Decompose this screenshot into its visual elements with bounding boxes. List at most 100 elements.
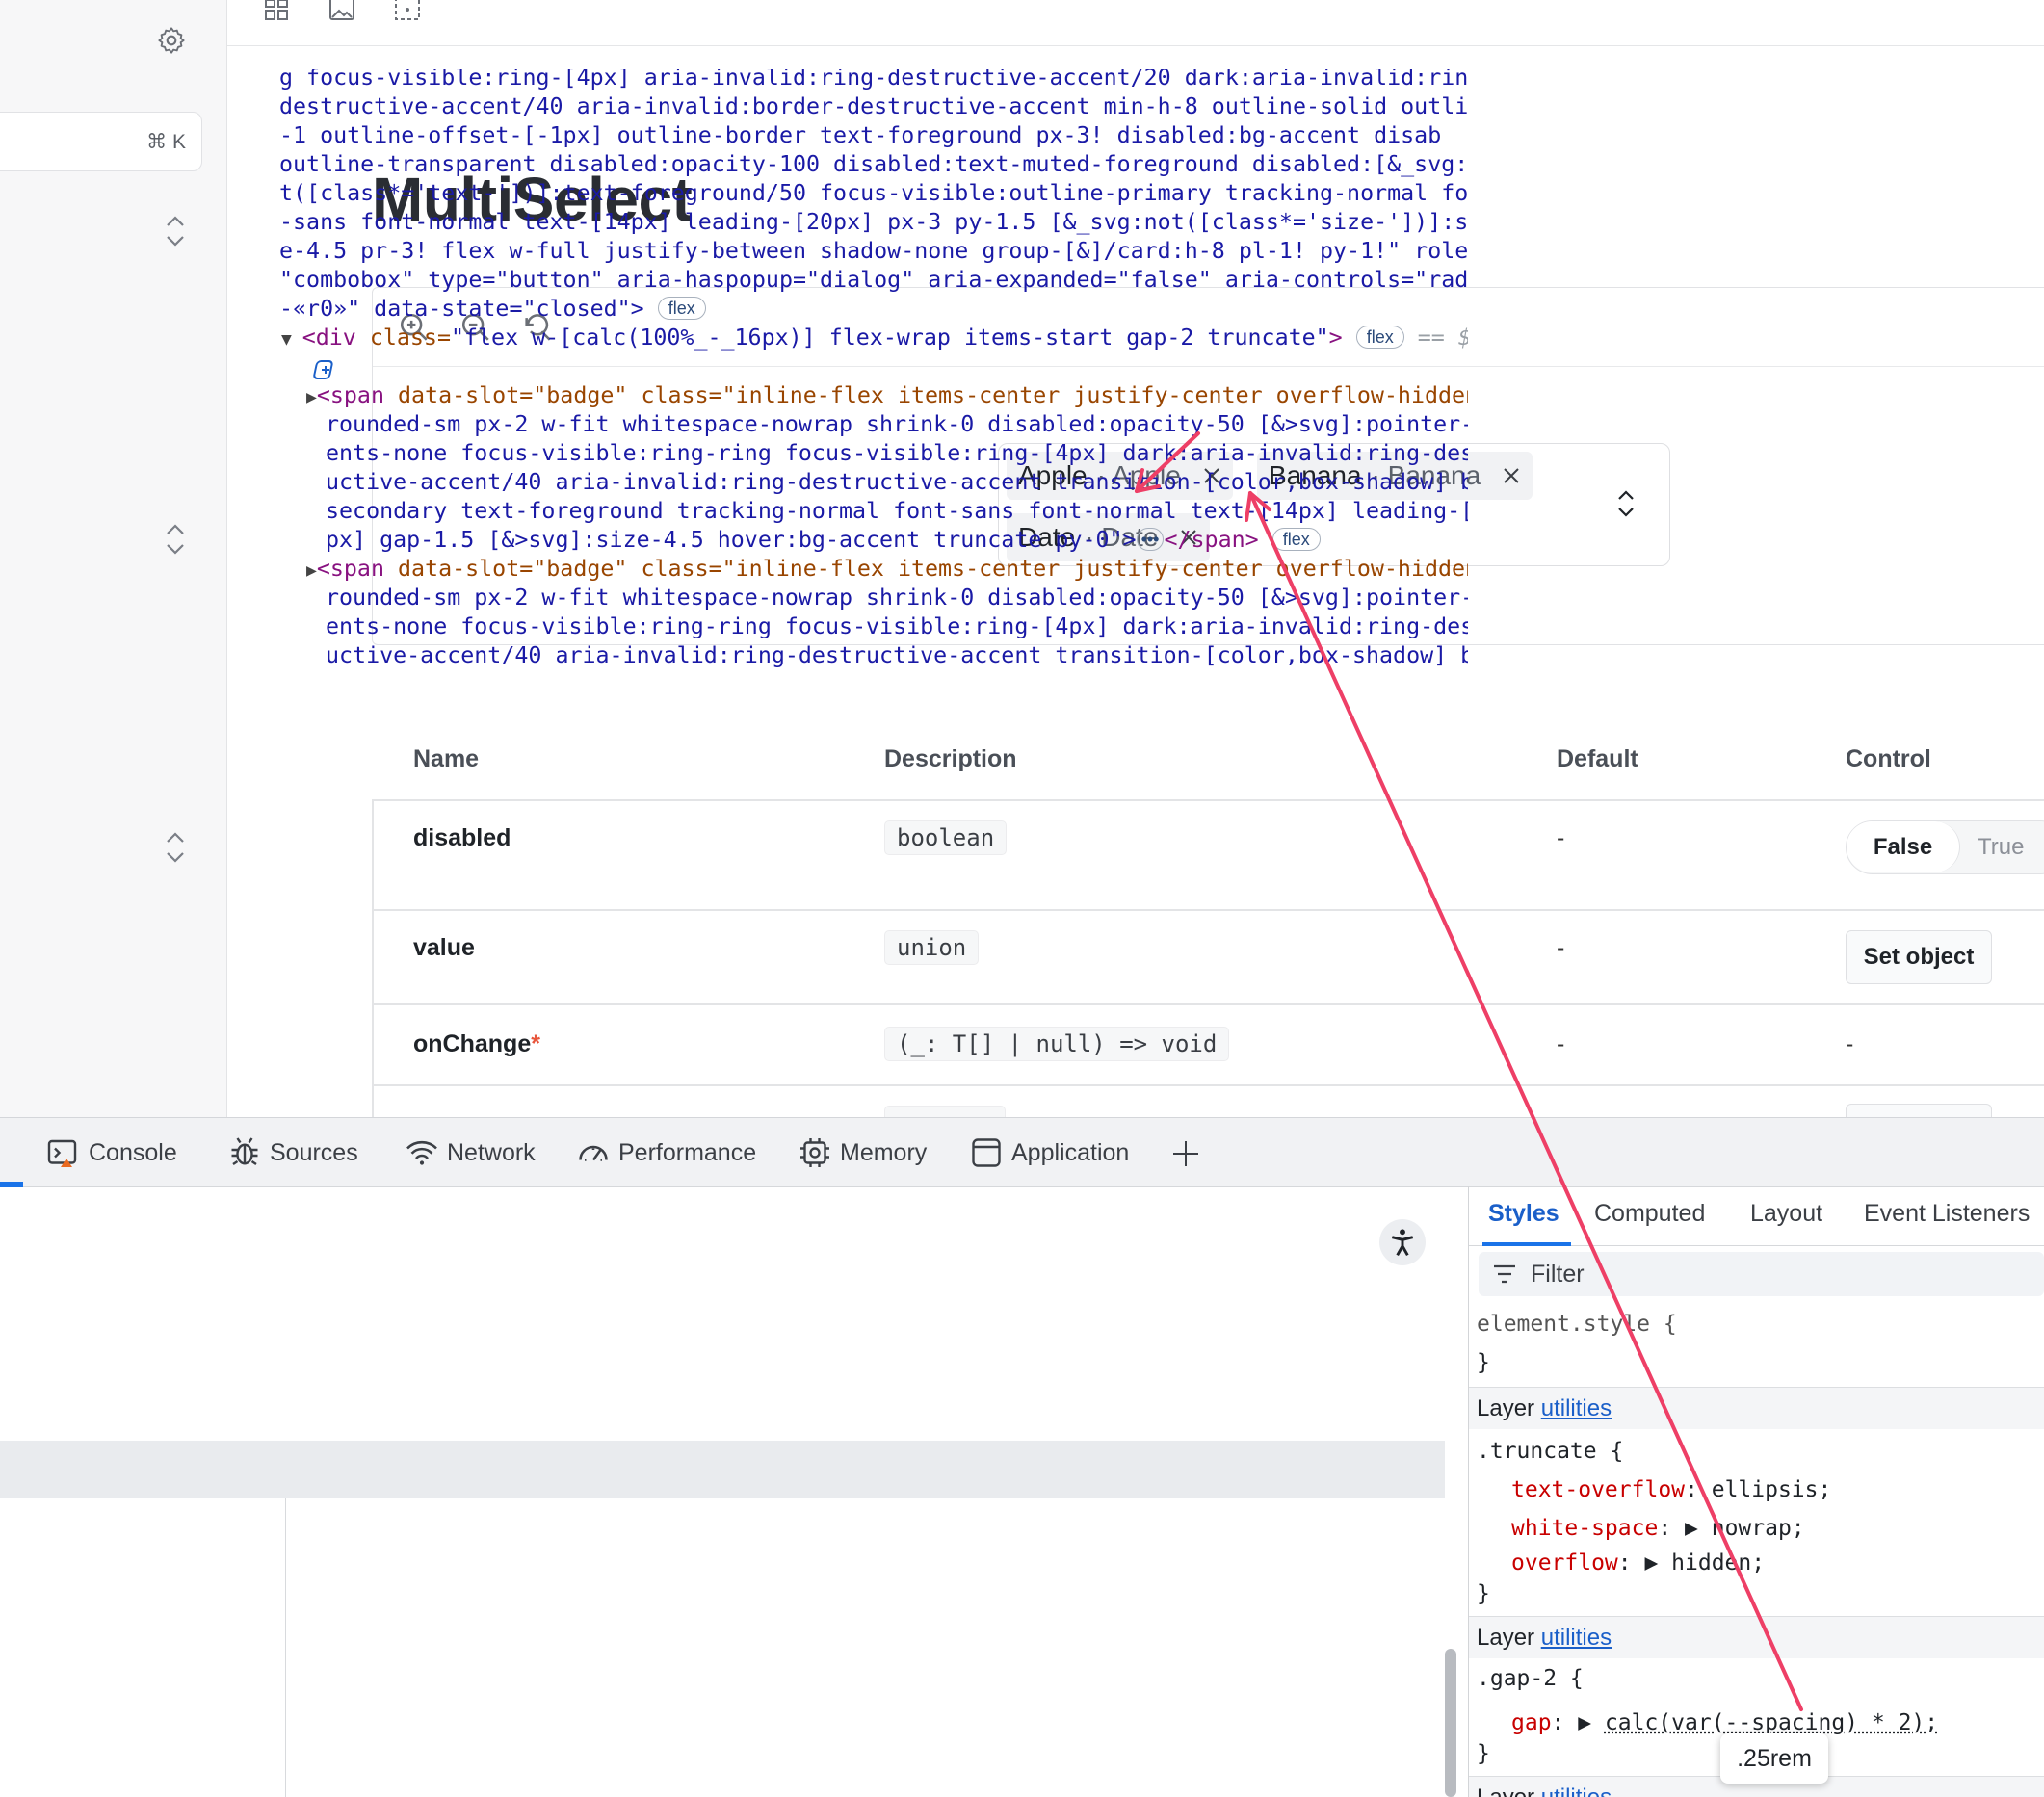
flex-badge[interactable]: flex: [658, 297, 706, 320]
tree-guide: [285, 1498, 286, 1797]
chevrons-up-down-icon[interactable]: [1615, 488, 1637, 519]
divider: [372, 909, 2044, 911]
code-line: -sans font-normal text-[14px] leading-[2…: [279, 208, 1468, 237]
scrollbar[interactable]: [1445, 1649, 1456, 1797]
close-brace: }: [1477, 1581, 1490, 1606]
tooltip: .25rem: [1720, 1733, 1828, 1784]
tab-memory[interactable]: Memory: [798, 1118, 927, 1187]
frame-icon[interactable]: [393, 0, 422, 21]
divider: [372, 799, 2044, 801]
column-header-name: Name: [413, 745, 479, 773]
prop-type: union: [884, 930, 979, 965]
image-icon[interactable]: [328, 0, 356, 21]
window-icon: [969, 1135, 1004, 1170]
console-icon: [46, 1135, 81, 1170]
prop-control: -: [1846, 1030, 1853, 1058]
prop-type: boolean: [884, 820, 1007, 855]
devtools-tabbar: Console Sources Network Performance Memo…: [0, 1118, 2044, 1187]
grid-icon[interactable]: [262, 0, 291, 21]
code-line: -«r0»" data-state="closed"> flex: [279, 295, 706, 324]
code-line: uctive-accent/40 aria-invalid:ring-destr…: [326, 641, 1468, 670]
code-line: destructive-accent/40 aria-invalid:borde…: [279, 92, 1468, 121]
boolean-toggle[interactable]: False True: [1846, 820, 2044, 874]
prop-name: value: [413, 934, 475, 962]
elements-tree[interactable]: g focus-visible:ring-[4px] aria-invalid:…: [0, 69, 1468, 680]
code-line: "combobox" type="button" aria-haspopup="…: [279, 266, 1468, 295]
styles-tabbar: Styles Computed Layout Event Listeners: [1469, 1186, 2044, 1246]
filter-input[interactable]: Filter: [1479, 1252, 2044, 1296]
tab-console[interactable]: Console: [46, 1118, 177, 1187]
prop-default: -: [1557, 824, 1564, 852]
prop-default: -: [1557, 934, 1564, 962]
tab-event-listeners[interactable]: Event Listeners: [1864, 1200, 2030, 1228]
code-line: ents-none focus-visible:ring-ring focus-…: [326, 612, 1468, 641]
toggle-false-option[interactable]: False: [1847, 821, 1960, 872]
layer-header: Layer utilities: [1469, 1616, 2044, 1658]
prop-name-text: onChange: [413, 1030, 531, 1057]
css-declaration[interactable]: gap: ▶ calc(var(--spacing) * 2);: [1511, 1710, 1938, 1735]
flex-badge[interactable]: flex: [1356, 326, 1404, 349]
layer-link[interactable]: utilities: [1541, 1395, 1612, 1421]
column-header-default: Default: [1557, 745, 1638, 773]
accessibility-button[interactable]: [1379, 1219, 1426, 1265]
tab-styles[interactable]: Styles: [1488, 1200, 1559, 1228]
accessibility-icon: [1387, 1227, 1418, 1258]
code-line: t([class*='text-'])]:text-foreground/50 …: [279, 179, 1468, 208]
tab-computed[interactable]: Computed: [1594, 1200, 1705, 1228]
required-mark: *: [531, 1030, 540, 1057]
styles-pane: Styles Computed Layout Event Listeners F…: [1469, 1186, 2044, 1797]
control-button[interactable]: [1846, 1104, 1992, 1117]
code-line: outline-transparent disabled:opacity-100…: [279, 150, 1468, 179]
gauge-icon: [576, 1135, 611, 1170]
code-line: ents-none focus-visible:ring-ring focus-…: [326, 439, 1468, 468]
layer-link[interactable]: utilities: [1541, 1625, 1612, 1651]
ellipsis-badge[interactable]: •••: [1137, 528, 1165, 551]
code-line: rounded-sm px-2 w-fit whitespace-nowrap …: [326, 584, 1468, 612]
layer-header: Layer utilities: [1469, 1387, 2044, 1429]
set-object-button[interactable]: Set object: [1846, 930, 1992, 984]
close-brace: }: [1477, 1350, 1490, 1375]
expand-collapse-icon[interactable]: [162, 828, 189, 867]
element-style-rule: element.style {: [1477, 1312, 1677, 1337]
gear-icon[interactable]: [156, 25, 187, 56]
prop-type: [884, 1106, 1006, 1117]
code-line: g focus-visible:ring-[4px] aria-invalid:…: [279, 69, 1468, 92]
code-line[interactable]: ▶<span data-slot="badge" class="inline-f…: [306, 555, 1468, 586]
rule-selector: .truncate {: [1477, 1439, 1623, 1464]
flex-badge[interactable]: flex: [1272, 528, 1321, 551]
rule-selector: .gap-2 {: [1477, 1666, 1584, 1691]
tab-performance[interactable]: Performance: [576, 1118, 756, 1187]
toggle-true-option[interactable]: True: [1978, 834, 2024, 861]
css-declaration[interactable]: white-space: ▶ nowrap;: [1511, 1516, 1805, 1541]
active-tab-indicator: [0, 1182, 23, 1187]
toolbar: [227, 0, 2044, 46]
code-line: px] gap-1.5 [&>svg]:size-4.5 hover:bg-ac…: [326, 526, 1321, 555]
remove-icon[interactable]: [1502, 466, 1521, 485]
chip-icon: [798, 1135, 832, 1170]
code-line: secondary text-foreground tracking-norma…: [326, 497, 1468, 526]
active-tab-indicator: [1482, 1242, 1571, 1246]
selected-node-line[interactable]: ▼ <div class="flex w-[calc(100%_-_16px)]…: [281, 324, 1468, 354]
selected-node-highlight: [0, 1441, 1445, 1498]
layer-link[interactable]: utilities: [1541, 1784, 1612, 1797]
divider: [372, 1084, 2044, 1086]
prop-default: -: [1557, 1030, 1564, 1058]
prop-name: disabled: [413, 824, 511, 852]
bug-icon: [227, 1135, 262, 1170]
filter-icon: [1492, 1263, 1517, 1285]
code-line: uctive-accent/40 aria-invalid:ring-destr…: [326, 468, 1468, 497]
wifi-icon: [405, 1135, 439, 1170]
tab-sources[interactable]: Sources: [227, 1118, 358, 1187]
css-declaration[interactable]: overflow: ▶ hidden;: [1511, 1550, 1765, 1576]
tab-layout[interactable]: Layout: [1750, 1200, 1822, 1228]
css-declaration[interactable]: text-overflow: ellipsis;: [1511, 1477, 1831, 1502]
tab-network[interactable]: Network: [405, 1118, 536, 1187]
ai-assist-icon[interactable]: [312, 358, 341, 383]
code-line[interactable]: ▶<span data-slot="badge" class="inline-f…: [306, 381, 1468, 412]
prop-type: (_: T[] | null) => void: [884, 1027, 1229, 1061]
tab-application[interactable]: Application: [969, 1118, 1129, 1187]
add-tab-icon[interactable]: [1171, 1139, 1200, 1168]
divider: [372, 1003, 2044, 1005]
close-brace: }: [1477, 1741, 1490, 1766]
code-line: -1 outline-offset-[-1px] outline-border …: [279, 121, 1441, 150]
